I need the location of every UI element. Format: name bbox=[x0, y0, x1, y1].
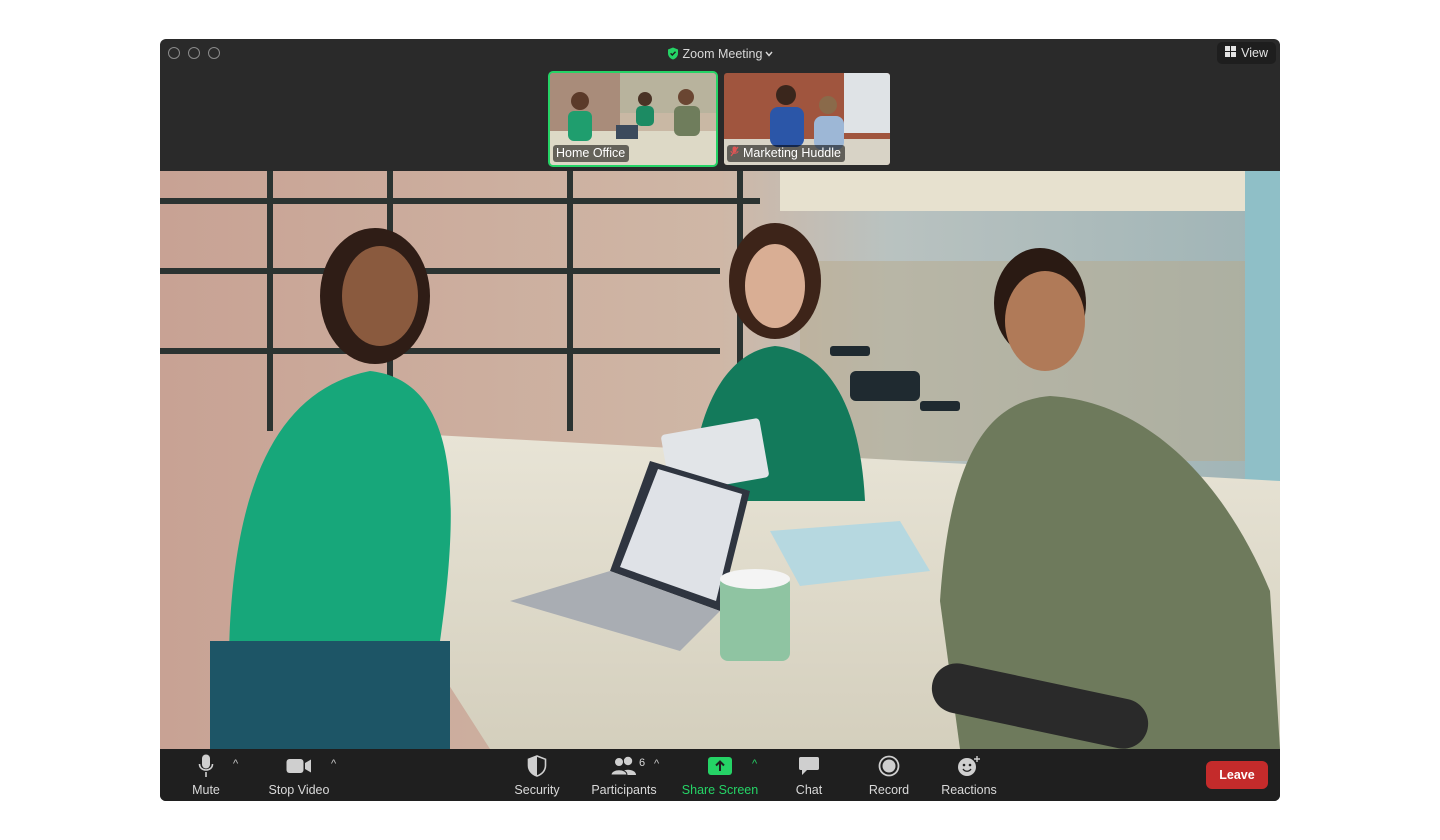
security-button[interactable]: Security bbox=[510, 753, 564, 799]
share-screen-button[interactable]: Share Screen bbox=[680, 753, 760, 799]
thumbnail-label: Home Office bbox=[553, 145, 630, 162]
reactions-icon bbox=[957, 753, 981, 779]
video-options-chevron-icon[interactable]: ^ bbox=[331, 758, 336, 770]
security-shield-icon bbox=[527, 753, 547, 779]
video-camera-icon bbox=[286, 753, 312, 779]
meeting-toolbar: Mute ^ Stop Video ^ Security Participant… bbox=[160, 749, 1280, 801]
view-button[interactable]: View bbox=[1217, 42, 1276, 64]
meeting-title: Zoom Meeting bbox=[682, 47, 763, 61]
participants-options-chevron-icon[interactable]: ^ bbox=[654, 758, 659, 770]
microphone-icon bbox=[198, 753, 214, 779]
title-bar: Zoom Meeting View bbox=[160, 39, 1280, 67]
grid-view-icon bbox=[1225, 46, 1237, 60]
stop-video-button[interactable]: Stop Video bbox=[264, 753, 334, 799]
mute-options-chevron-icon[interactable]: ^ bbox=[233, 758, 238, 770]
chat-button[interactable]: Chat bbox=[790, 753, 828, 799]
view-label: View bbox=[1241, 46, 1268, 60]
share-screen-icon bbox=[708, 753, 732, 779]
participants-icon bbox=[610, 753, 638, 779]
shield-check-icon bbox=[667, 47, 679, 63]
muted-mic-icon bbox=[730, 146, 739, 160]
record-button[interactable]: Record bbox=[866, 753, 912, 799]
participants-button[interactable]: Participants bbox=[588, 753, 660, 799]
reactions-button[interactable]: Reactions bbox=[939, 753, 999, 799]
thumbnail-label: Marketing Huddle bbox=[727, 145, 845, 162]
leave-button[interactable]: Leave bbox=[1206, 761, 1268, 789]
chat-bubble-icon bbox=[798, 753, 820, 779]
meeting-title-menu[interactable]: Zoom Meeting bbox=[160, 46, 1280, 63]
participant-thumbnail-home-office[interactable]: Home Office bbox=[548, 71, 718, 167]
mute-button[interactable]: Mute bbox=[190, 753, 222, 799]
participant-thumbnail-marketing-huddle[interactable]: Marketing Huddle bbox=[722, 71, 892, 167]
zoom-meeting-window: Zoom Meeting View Home Office Marketing … bbox=[160, 39, 1280, 801]
participants-count: 6 bbox=[639, 757, 646, 769]
share-options-chevron-icon[interactable]: ^ bbox=[752, 758, 757, 770]
video-scene bbox=[160, 171, 1280, 749]
record-icon bbox=[878, 753, 900, 779]
chevron-down-icon bbox=[765, 46, 773, 60]
active-speaker-video bbox=[160, 171, 1280, 749]
